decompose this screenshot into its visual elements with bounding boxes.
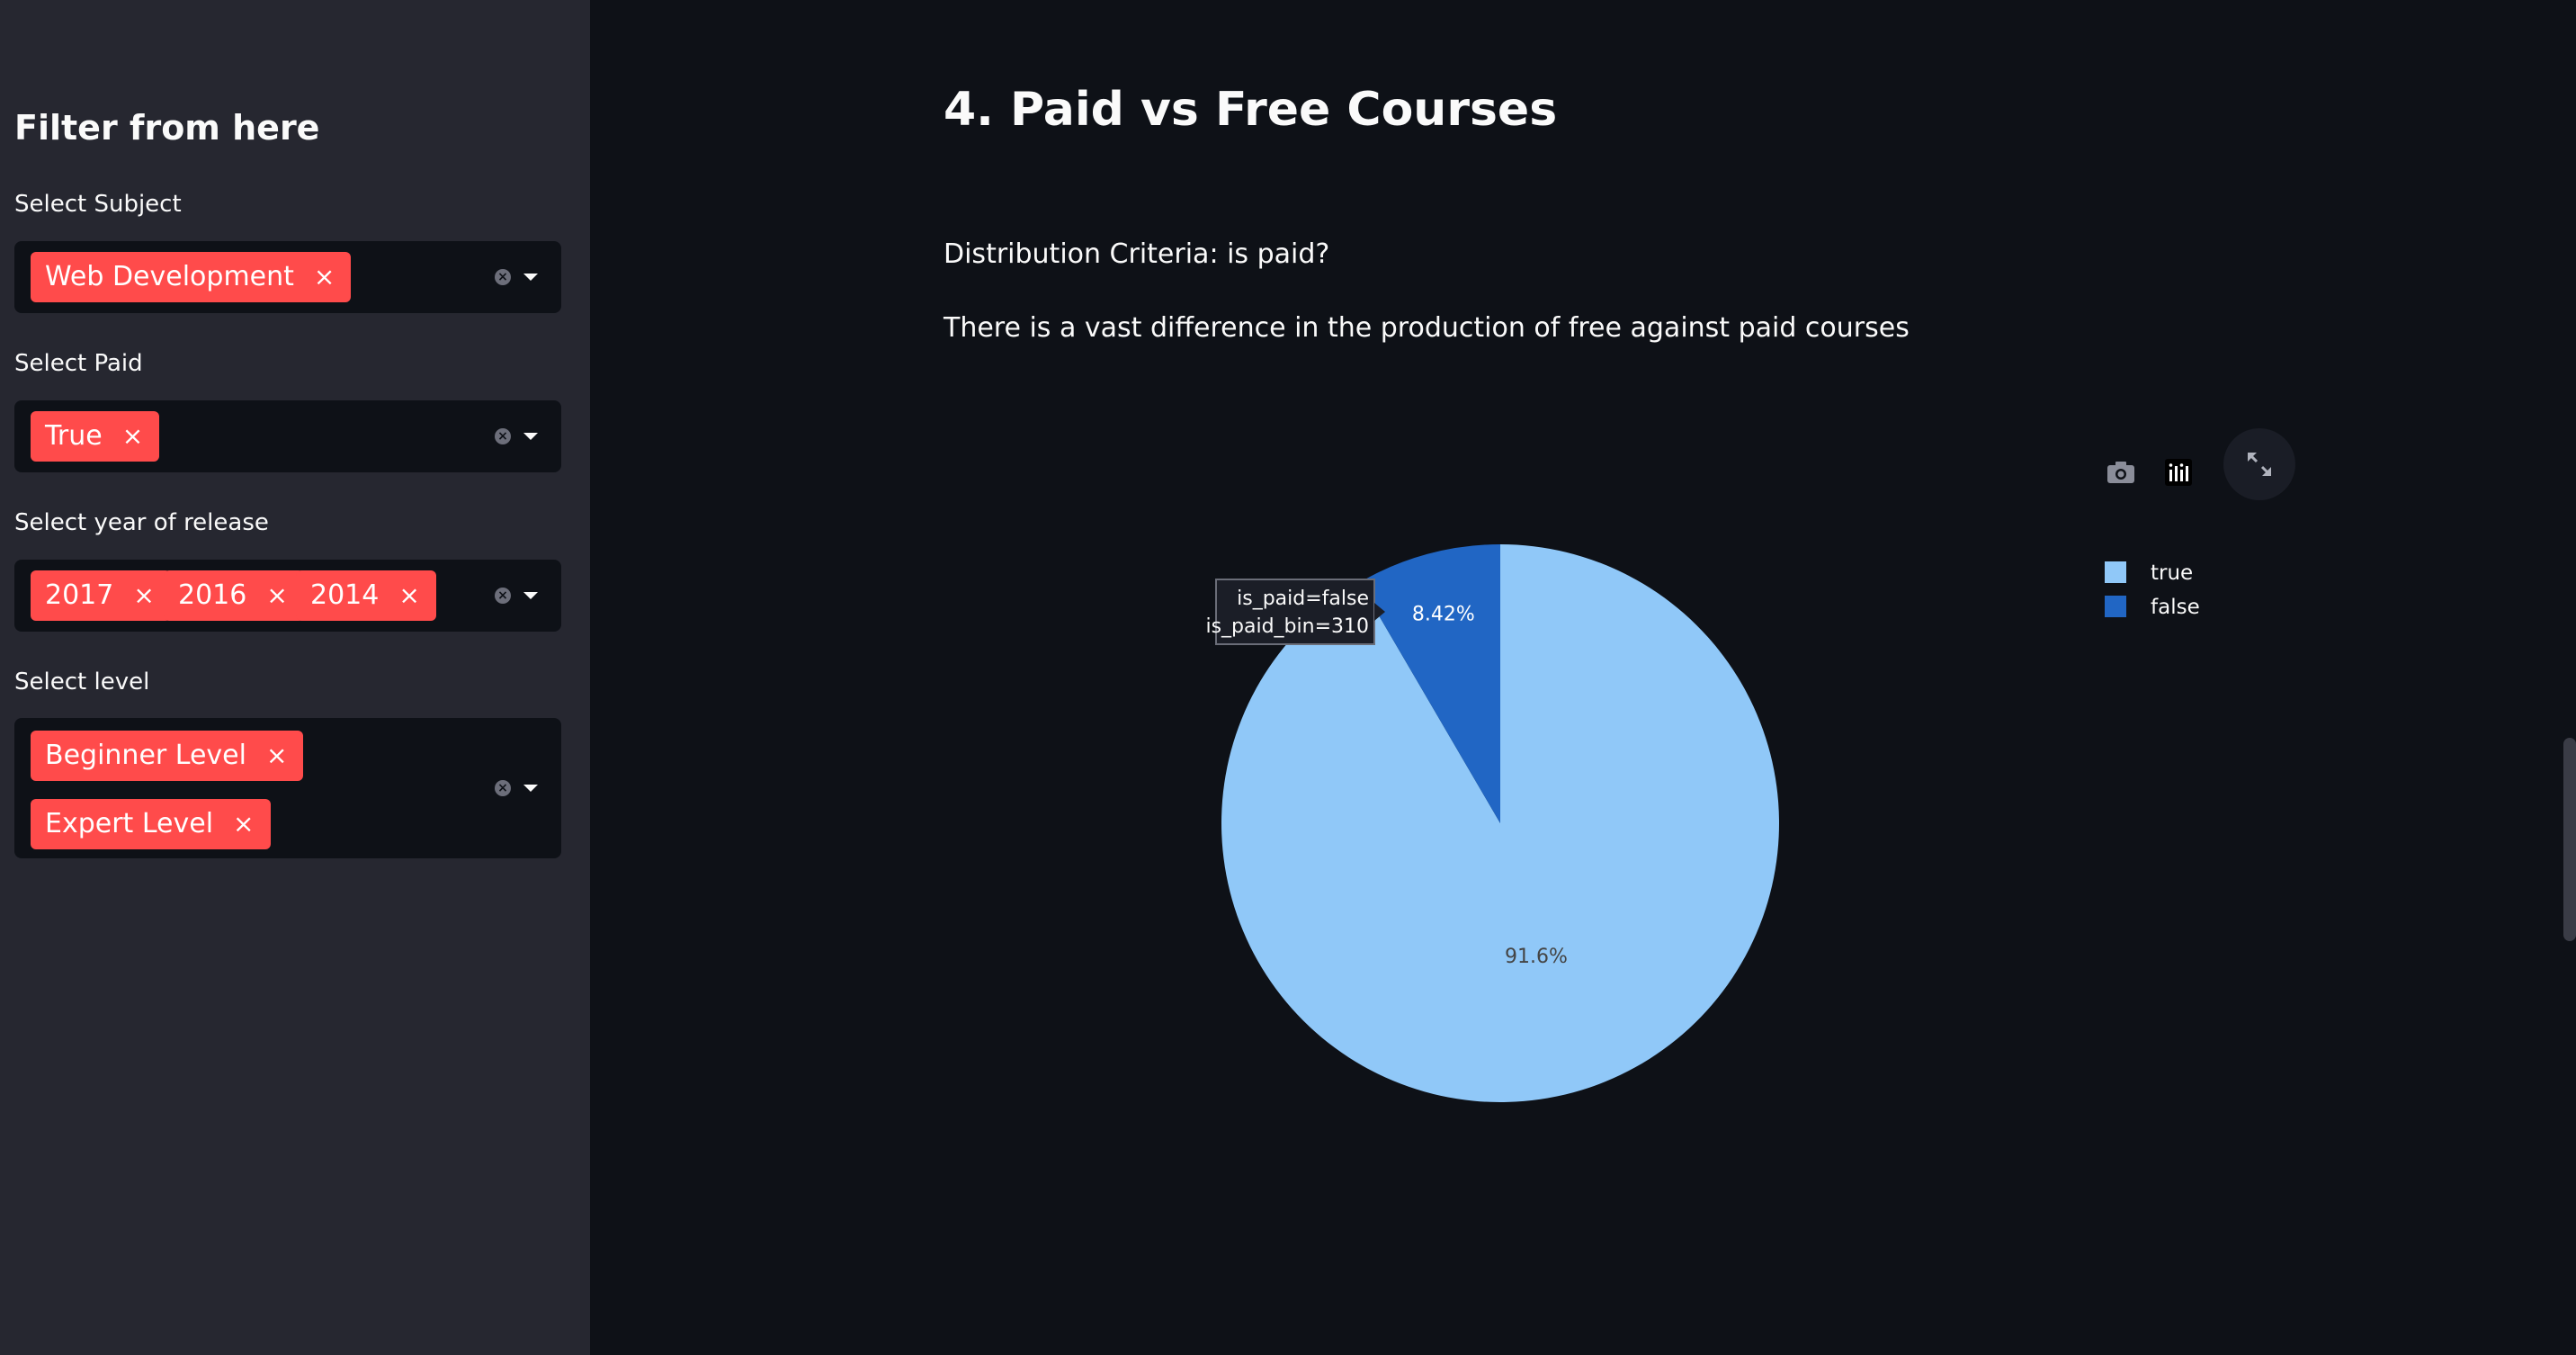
chevron-down-icon[interactable]: [523, 274, 538, 281]
select-paid-label: Select Paid: [14, 350, 143, 377]
clear-all-icon[interactable]: ×: [495, 588, 511, 604]
remove-tag-icon[interactable]: ×: [266, 731, 287, 781]
chevron-down-icon[interactable]: [523, 785, 538, 792]
clear-all-icon[interactable]: ×: [495, 428, 511, 444]
main-content: 4. Paid vs Free Courses Distribution Cri…: [590, 0, 2576, 1355]
select-subject-multiselect[interactable]: Web Development × ×: [14, 241, 561, 313]
legend-label-false[interactable]: false: [2151, 596, 2200, 619]
tag-label: Web Development: [45, 261, 294, 292]
clear-all-icon[interactable]: ×: [495, 269, 511, 285]
tooltip-line: is_paid=false: [1237, 588, 1369, 610]
tag-beginner-level: Beginner Level ×: [31, 731, 304, 781]
tag-2014: 2014 ×: [296, 570, 436, 621]
hover-tooltip: is_paid=false is_paid_bin=310: [1205, 579, 1385, 645]
tag-label: 2017: [45, 579, 114, 611]
tag-label: True: [45, 420, 103, 452]
remove-tag-icon[interactable]: ×: [266, 570, 287, 621]
select-paid-multiselect[interactable]: True × ×: [14, 400, 561, 472]
slice-label-false: 8.42%: [1412, 604, 1475, 626]
sidebar-title: Filter from here: [14, 108, 320, 148]
tag-web-development: Web Development ×: [31, 252, 352, 302]
tag-true: True ×: [31, 411, 160, 462]
tag-label: Expert Level: [45, 808, 214, 839]
remove-tag-icon[interactable]: ×: [133, 570, 154, 621]
legend-label-true[interactable]: true: [2151, 561, 2193, 585]
select-year-multiselect[interactable]: 2017 × 2016 × 2014 × ×: [14, 560, 561, 632]
slice-label-true: 91.6%: [1505, 946, 1568, 968]
select-level-label: Select level: [14, 669, 150, 695]
chevron-down-icon[interactable]: [523, 592, 538, 599]
page-title: 4. Paid vs Free Courses: [944, 83, 1558, 137]
pie-chart: 91.6%8.42% truefalse is_paid=falseis_pai…: [1205, 544, 2200, 1102]
sidebar: Filter from here Select Subject Web Deve…: [0, 0, 590, 1355]
select-year-label: Select year of release: [14, 509, 269, 536]
scrollbar[interactable]: [2563, 738, 2576, 941]
tag-2016: 2016 ×: [164, 570, 304, 621]
distribution-criteria-text: Distribution Criteria: is paid?: [944, 238, 1330, 270]
tag-label: Beginner Level: [45, 740, 246, 771]
select-level-multiselect[interactable]: Beginner Level × Expert Level × ×: [14, 718, 561, 858]
remove-tag-icon[interactable]: ×: [122, 411, 143, 462]
tag-label: 2014: [310, 579, 380, 611]
description-text: There is a vast difference in the produc…: [944, 312, 1910, 344]
tooltip-line: is_paid_bin=310: [1205, 615, 1369, 638]
tag-2017: 2017 ×: [31, 570, 171, 621]
remove-tag-icon[interactable]: ×: [314, 252, 335, 302]
tag-label: 2016: [178, 579, 247, 611]
pie-legend: true false: [2105, 561, 2200, 619]
tag-expert-level: Expert Level ×: [31, 799, 271, 849]
legend-swatch-false[interactable]: [2105, 596, 2126, 617]
legend-swatch-true[interactable]: [2105, 561, 2126, 583]
clear-all-icon[interactable]: ×: [495, 780, 511, 796]
select-subject-label: Select Subject: [14, 191, 182, 218]
chevron-down-icon[interactable]: [523, 433, 538, 440]
remove-tag-icon[interactable]: ×: [398, 570, 419, 621]
remove-tag-icon[interactable]: ×: [233, 799, 254, 849]
